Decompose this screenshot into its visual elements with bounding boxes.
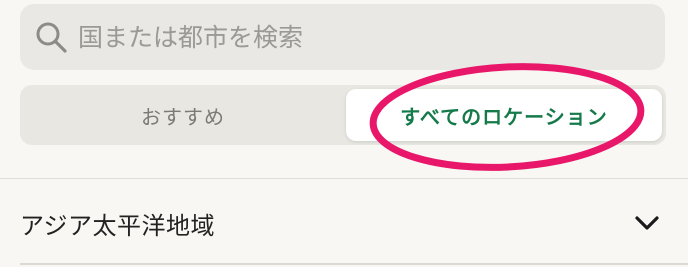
region-row-asia-pacific[interactable]: アジア太平洋地域 xyxy=(0,179,688,267)
search-bar[interactable] xyxy=(20,4,665,70)
location-segmented-control: おすすめ すべてのロケーション xyxy=(20,85,666,145)
row-divider xyxy=(20,263,688,265)
tab-recommended-label: おすすめ xyxy=(141,104,225,129)
tab-all-locations-label: すべてのロケーション xyxy=(400,104,608,129)
tab-all-locations[interactable]: すべてのロケーション xyxy=(346,89,662,141)
region-label: アジア太平洋地域 xyxy=(20,211,216,240)
search-icon xyxy=(36,22,67,53)
tab-recommended[interactable]: おすすめ xyxy=(24,89,342,141)
search-input[interactable] xyxy=(78,22,638,52)
chevron-down-icon xyxy=(635,216,659,230)
